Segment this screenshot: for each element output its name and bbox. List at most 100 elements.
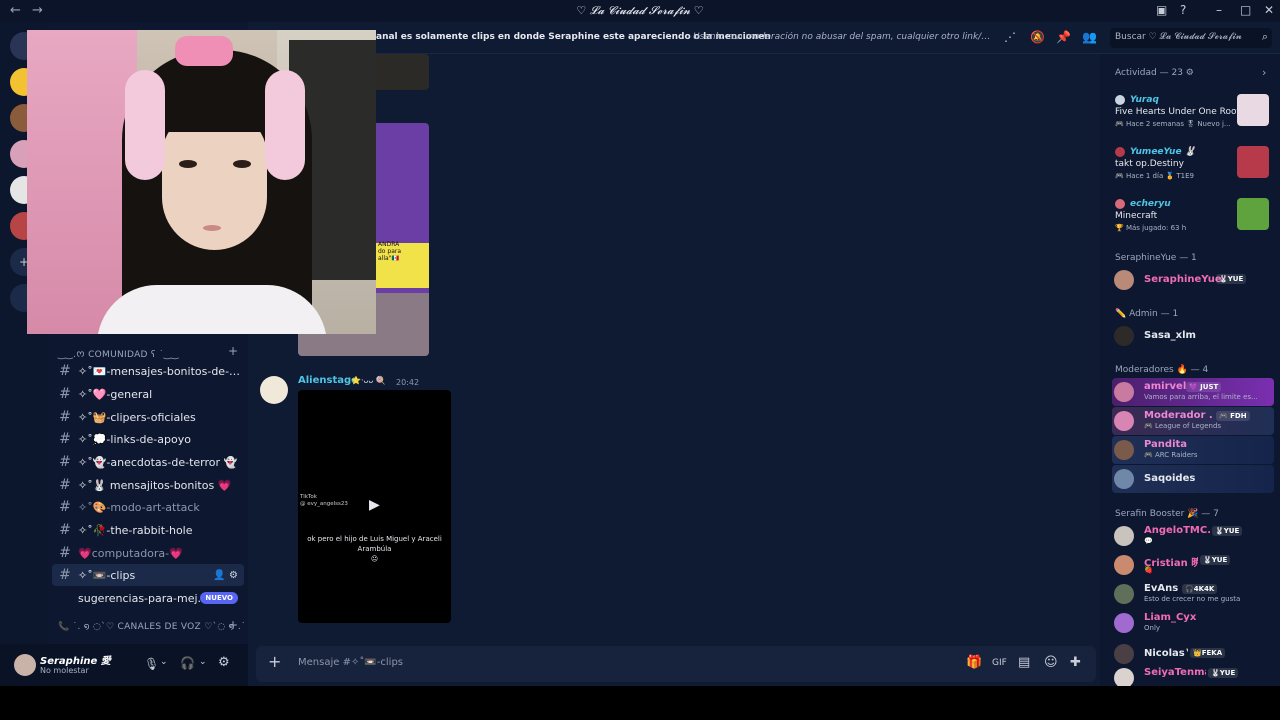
member-item[interactable]: Liam_Cyx Only (1112, 609, 1274, 637)
avatar (1114, 584, 1134, 604)
message-input[interactable]: Mensaje #✧˚📼-clips (298, 657, 403, 668)
gear-icon[interactable]: ⚙ (229, 570, 238, 581)
member-name: Saqoides (1144, 473, 1196, 484)
avatar (1115, 199, 1125, 209)
avatar (1114, 644, 1134, 664)
video-caption: ok pero el hijo de Luis Miguel y Araceli… (298, 535, 451, 564)
activity-header: Actividad — 23 ⚙ (1115, 68, 1194, 78)
member-status: Only (1144, 624, 1161, 632)
headphones-icon[interactable]: 🎧 (180, 656, 195, 670)
member-item[interactable]: amirvel 💜 JUST Vamos para arriba, el lim… (1112, 378, 1274, 406)
member-item[interactable]: Sasa_xlm (1112, 322, 1274, 350)
sticker-icon[interactable]: ▤ (1018, 655, 1030, 670)
member-status: Esto de crecer no me gusta (1144, 595, 1241, 603)
video-caption-text: ok pero el hijo de Luis Miguel y Araceli… (307, 535, 442, 553)
chevron-right-icon[interactable]: › (1262, 66, 1266, 79)
channel-item[interactable]: # ✧˚🩷-general (52, 383, 244, 405)
member-status: 💬 (1144, 537, 1153, 545)
author-avatar[interactable] (260, 376, 288, 404)
add-channel-icon[interactable]: + (228, 344, 238, 358)
window-title: ♡ 𝓛𝓪 𝓒𝓲𝓾𝓭𝓪𝓭 𝓢𝓮𝓻𝓪𝓯𝓲𝓷 ♡ (576, 4, 704, 17)
avatar[interactable] (14, 654, 36, 676)
message-author[interactable]: Alienstage (298, 375, 358, 386)
video-embed[interactable]: TikTok @ evy_angelss23 ▶ ok pero el hijo… (298, 390, 451, 623)
maximize-icon[interactable]: □ (1240, 3, 1251, 17)
member-tag: 🎧4K4K (1182, 584, 1218, 594)
member-item[interactable]: SeraphineYue 🐰YUE (1112, 266, 1274, 294)
new-badge: NUEVO (200, 592, 238, 604)
chevron-down-icon[interactable]: ⌄ (160, 657, 168, 667)
hair-bow (175, 36, 233, 66)
member-item[interactable]: Saqoides (1112, 465, 1274, 493)
hash-icon: # (59, 431, 71, 447)
invite-icon[interactable]: 👤 (213, 570, 225, 581)
avatar (1114, 411, 1134, 431)
hash-icon: # (59, 545, 71, 561)
members-icon[interactable]: 👥 (1082, 30, 1097, 44)
member-list: Actividad — 23 ⚙ › Yuraq Five Hearts Und… (1100, 54, 1280, 686)
member-item[interactable]: Pandita 🎮 ARC Raiders (1112, 436, 1274, 464)
category-canales-de-voz[interactable]: 📞 ˙. ໑ ◌ˋ♡ CANALES DE VOZ ♡ˋ◌ ໑ .˙ (58, 622, 246, 632)
member-name: Nicolas™ (1144, 648, 1188, 659)
add-channel-icon[interactable]: + (228, 618, 238, 632)
mouth (203, 225, 221, 231)
member-item[interactable]: Moderador ... 🎮 FDH 🎮 League of Legends (1112, 407, 1274, 435)
channel-item-clips[interactable]: # ✧˚📼-clips 👤 ⚙ (52, 564, 244, 586)
message-composer[interactable]: + Mensaje #✧˚📼-clips 🎁 GIF ▤ ☺ ✚ (256, 646, 1096, 682)
channel-item[interactable]: # ✧˚🥀-the-rabbit-hole (52, 519, 244, 541)
pin-icon[interactable]: 📌 (1056, 30, 1071, 44)
channel-topic[interactable]: Úsenlo con moderación no abusar del spam… (693, 32, 995, 42)
channel-tools[interactable]: 👤 ⚙ (213, 570, 238, 581)
user-panel: Seraphine 愛 No molestar 🎙 ⌄ 🎧 ⌄ ⚙ (0, 644, 248, 686)
inbox-icon[interactable]: ▣ (1156, 3, 1167, 17)
search-placeholder: Buscar ♡ 𝓛𝓪 𝓒𝓲𝓾𝓭𝓪𝓭 𝓢𝓮𝓻𝓪𝓯𝓲𝓷 (1115, 32, 1242, 42)
channel-item[interactable]: # ✧˚🧺-clipers-oficiales (52, 406, 244, 428)
avatar (1114, 613, 1134, 633)
help-icon[interactable]: ? (1180, 3, 1186, 17)
chevron-down-icon[interactable]: ⌄ (199, 657, 207, 667)
bottom-strip (0, 686, 1280, 720)
close-icon[interactable]: ✕ (1264, 3, 1274, 17)
member-status: 🎮 ARC Raiders (1144, 451, 1198, 459)
channel-item[interactable]: # ✧˚👻-anecdotas-de-terror 👻 (52, 451, 244, 473)
user-name[interactable]: Seraphine 愛 (40, 652, 111, 667)
eye (233, 160, 251, 168)
member-name: SeiyaTenma (1144, 667, 1206, 678)
minimize-icon[interactable]: – (1216, 3, 1222, 17)
channel-item[interactable]: # 💗computadora-💗 (52, 542, 244, 564)
channel-item[interactable]: # ✧˚💌-mensajes-bonitos-de-cu... (52, 360, 244, 382)
member-item[interactable]: Cristian 暁 🐰YUE 🍓 (1112, 551, 1274, 579)
member-group-title: ✏️ Admin — 1 (1115, 309, 1179, 319)
search-icon: ⌕ (1261, 30, 1268, 43)
game-thumbnail (1237, 198, 1269, 230)
member-name: Liam_Cyx (1144, 612, 1197, 623)
member-item[interactable]: AngeloTMC... 🐰YUE 💬 (1112, 522, 1274, 550)
apps-icon[interactable]: ✚ (1070, 655, 1081, 670)
member-item[interactable]: EvAns 🎧4K4K Esto de crecer no me gusta (1112, 580, 1274, 608)
search-input[interactable]: Buscar ♡ 𝓛𝓪 𝓒𝓲𝓾𝓭𝓪𝓭 𝓢𝓮𝓻𝓪𝓯𝓲𝓷 ⌕ (1110, 28, 1272, 48)
threads-icon[interactable]: ⋰ (1004, 30, 1016, 44)
member-name: SeraphineYue (1144, 274, 1222, 285)
member-name: Moderador ... (1144, 410, 1212, 421)
member-group-title: Moderadores 🔥 — 4 (1115, 365, 1209, 375)
channel-item[interactable]: # ✧˚💭-links-de-apoyo (52, 428, 244, 450)
activity-game: Five Hearts Under One Roof (1115, 107, 1240, 117)
channel-header: anal es solamente clips en donde Seraphi… (248, 22, 1280, 54)
mute-icon[interactable]: 🔕 (1030, 30, 1045, 44)
activity-meta: 🎮 Hace 1 día 🏅 T1E9 (1115, 172, 1195, 180)
gift-icon[interactable]: 🎁 (966, 655, 982, 670)
settings-icon[interactable]: ⚙ (218, 655, 230, 670)
emoji-icon[interactable]: ☺ (1044, 655, 1058, 670)
member-item[interactable]: SeiyaTenma 🐰YUE (1112, 664, 1274, 686)
channel-item[interactable]: # ✧˚🎨-modo-art-attack (52, 496, 244, 518)
activity-user: Yuraq (1130, 95, 1159, 105)
gif-icon[interactable]: GIF (992, 658, 1007, 668)
avatar (1114, 382, 1134, 402)
video-emoji: 😐 (370, 554, 379, 563)
channel-item[interactable]: sugerencias-para-mej... NUEVO (52, 587, 244, 609)
play-icon[interactable]: ▶ (369, 497, 380, 513)
channel-item[interactable]: # ✧˚🐰 mensajitos-bonitos 💗 (52, 474, 244, 496)
add-attachment-icon[interactable]: + (268, 652, 281, 671)
hash-icon: # (59, 477, 71, 493)
microphone-icon[interactable]: 🎙 (144, 657, 159, 671)
